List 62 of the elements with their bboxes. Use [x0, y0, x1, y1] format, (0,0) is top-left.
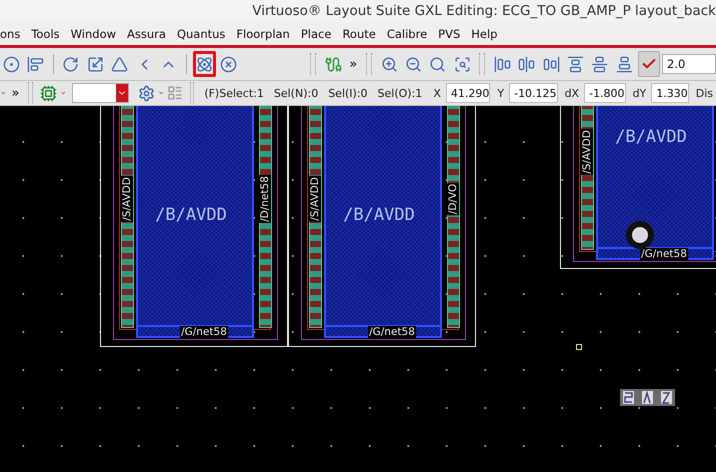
- coordinate-label: X: [432, 86, 442, 100]
- align-top-icon: [567, 56, 584, 72]
- coordinate-field[interactable]: 1.330: [651, 83, 689, 103]
- pin-label: /G/net58: [640, 248, 688, 260]
- instance-marker-drawing: [620, 389, 675, 406]
- mirror-icon: [111, 56, 128, 72]
- menu-item[interactable]: PVS: [438, 26, 460, 40]
- cluster-tool-button[interactable]: [192, 51, 216, 77]
- zoom-in-icon: [380, 56, 398, 72]
- selection-count: Sel(I):0: [327, 86, 369, 100]
- menu-item[interactable]: Quantus: [176, 26, 226, 40]
- menu-item[interactable]: Assura: [127, 26, 166, 40]
- align-middle-icon: [591, 56, 608, 72]
- zoom-out-icon: [404, 56, 422, 72]
- pin-label: /D/net58: [259, 175, 271, 223]
- grid-value-field[interactable]: 2.0: [662, 54, 716, 74]
- cluster-icon: [196, 56, 213, 72]
- net-label: /B/AVDD: [343, 205, 415, 225]
- pin-label: /S/AVDD: [581, 129, 593, 175]
- selection-count: Sel(O):1: [376, 86, 424, 100]
- dropdown-icon[interactable]: [116, 84, 128, 102]
- pin-label: /D/VO: [447, 182, 459, 216]
- coordinate-field[interactable]: 41.290: [446, 83, 490, 103]
- menu-item[interactable]: Place: [300, 26, 332, 40]
- coordinate-label: Y: [496, 86, 506, 100]
- pin-label: /S/AVDD: [309, 176, 321, 222]
- coordinate-field[interactable]: -10.125: [509, 83, 558, 103]
- snap-check-button[interactable]: [638, 51, 660, 77]
- pin-label: /G/net58: [180, 326, 228, 338]
- align-center-icon: [518, 56, 536, 72]
- menu-item[interactable]: Floorplan: [236, 26, 290, 40]
- coordinate-label: dY: [632, 86, 648, 100]
- net-label: /B/AVDD: [155, 205, 227, 225]
- pin-label: /S/AVDD: [121, 176, 133, 222]
- zoom-area-icon: [454, 56, 471, 72]
- align-right-icon: [542, 56, 560, 72]
- window-title: Virtuoso® Layout Suite GXL Editing: ECG_TO GB_AMP_P layout_back: [252, 3, 716, 19]
- menu-item[interactable]: Window: [70, 26, 116, 40]
- selection-count: Sel(N):0: [272, 86, 320, 100]
- coordinate-label: Dis: [694, 86, 714, 100]
- net-label: /B/AVDD: [615, 127, 687, 147]
- align-bottom-icon: [616, 56, 633, 72]
- layer-combo-field[interactable]: [72, 83, 129, 103]
- toolbar-overflow[interactable]: »: [346, 56, 360, 72]
- coordinate-label: dX: [564, 86, 580, 100]
- pin-label: /G/net58: [368, 326, 416, 338]
- toolbar-overflow[interactable]: »: [8, 86, 22, 100]
- align-left-icon: [494, 56, 511, 72]
- selection-count: (F)Select:1: [203, 86, 265, 100]
- rotate-icon: [62, 56, 80, 72]
- ring-icon: [2, 56, 20, 72]
- menu-item[interactable]: Help: [471, 26, 498, 40]
- menu-item[interactable]: Calibre: [386, 26, 428, 40]
- marker-icon: [576, 344, 582, 350]
- coordinate-field[interactable]: -1.800: [584, 83, 626, 103]
- menu-item[interactable]: ons: [0, 26, 20, 40]
- menu-item[interactable]: Tools: [31, 26, 60, 40]
- menu-item[interactable]: Route: [342, 26, 376, 40]
- zoom-fit-icon: [429, 56, 446, 72]
- stretch-icon: [86, 56, 104, 72]
- cluster-delete-icon: [220, 56, 238, 72]
- align-icon: [27, 56, 44, 72]
